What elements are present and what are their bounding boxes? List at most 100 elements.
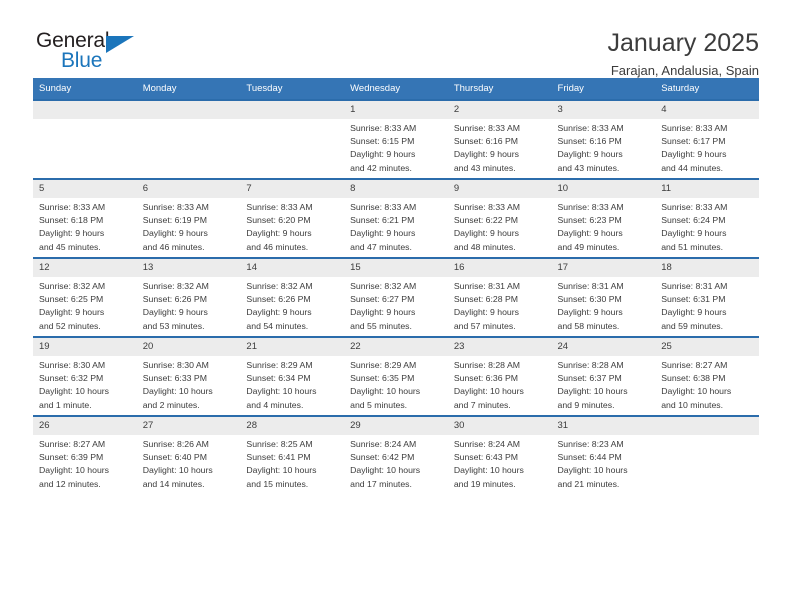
day-sun-info: Sunrise: 8:33 AM Sunset: 6:24 PM Daylight:… — [655, 198, 759, 254]
calendar-day-cell[interactable]: 26 Sunrise: 8:27 AM Sunset: 6:39 PM Dayligh… — [33, 415, 137, 494]
calendar-day-cell[interactable]: 29 Sunrise: 8:24 AM Sunset: 6:42 PM Dayligh… — [344, 415, 448, 494]
day-info-line: Sunrise: 8:33 AM — [453, 202, 520, 212]
day-info-line: Sunset: 6:40 PM — [142, 452, 207, 463]
calendar-day-cell[interactable]: 7 Sunrise: 8:33 AM Sunset: 6:20 PM Daylight… — [240, 178, 345, 258]
day-info-line: Sunset: 6:32 PM — [39, 373, 104, 384]
brand-triangle-icon — [106, 36, 134, 53]
calendar-day-cell[interactable]: 12 Sunrise: 8:32 AM Sunset: 6:25 PM Dayligh… — [33, 257, 137, 337]
calendar-day-cell[interactable]: 17 Sunrise: 8:31 AM Sunset: 6:30 PM Dayligh… — [551, 257, 656, 337]
day-info-line: and 54 minutes. — [246, 320, 309, 331]
calendar-day-cell[interactable]: 23 Sunrise: 8:28 AM Sunset: 6:36 PM Dayligh… — [447, 336, 552, 416]
calendar-day-cell[interactable]: 15 Sunrise: 8:32 AM Sunset: 6:27 PM Dayligh… — [344, 257, 448, 337]
day-number: 27 — [136, 417, 241, 435]
calendar-day-cell[interactable]: 11 Sunrise: 8:33 AM Sunset: 6:24 PM Dayligh… — [655, 178, 759, 258]
day-info-line: Sunset: 6:16 PM — [453, 136, 519, 147]
day-sun-info: Sunrise: 8:32 AM Sunset: 6:25 PM Daylight:… — [33, 277, 137, 333]
day-info-line: Sunrise: 8:25 AM — [246, 439, 313, 449]
calendar-day-cell[interactable]: 8 Sunrise: 8:33 AM Sunset: 6:21 PM Daylight… — [344, 178, 448, 258]
day-sun-info: Sunrise: 8:33 AM Sunset: 6:16 PM Daylight:… — [448, 119, 552, 175]
calendar-day-cell[interactable]: 25 Sunrise: 8:27 AM Sunset: 6:38 PM Dayligh… — [655, 336, 759, 416]
calendar-day-cell[interactable]: 27 Sunrise: 8:26 AM Sunset: 6:40 PM Dayligh… — [136, 415, 241, 494]
day-info-line: Sunset: 6:34 PM — [246, 373, 311, 384]
day-info-line: Daylight: 9 hours — [557, 228, 623, 239]
calendar-day-cell[interactable]: 3 Sunrise: 8:33 AM Sunset: 6:16 PM Daylight… — [551, 99, 656, 179]
day-info-line: Daylight: 9 hours — [557, 149, 623, 160]
day-info-line: Sunrise: 8:31 AM — [661, 281, 728, 291]
day-info-line: Daylight: 9 hours — [453, 307, 520, 318]
day-info-line: Sunrise: 8:27 AM — [39, 439, 106, 449]
day-info-line: Sunrise: 8:31 AM — [557, 281, 624, 291]
day-info-line: Sunrise: 8:33 AM — [142, 202, 209, 212]
day-sun-info: Sunrise: 8:27 AM Sunset: 6:38 PM Daylight:… — [655, 356, 759, 412]
day-info-line: Sunset: 6:36 PM — [453, 373, 519, 384]
day-number: 31 — [551, 417, 656, 435]
day-number: 1 — [344, 101, 448, 119]
logo-text-blue: Blue — [61, 49, 103, 72]
calendar-day-cell[interactable]: 16 Sunrise: 8:31 AM Sunset: 6:28 PM Dayligh… — [447, 257, 552, 337]
general-blue-logo[interactable]: General Blue — [33, 28, 153, 80]
calendar-day-cell[interactable]: 21 Sunrise: 8:29 AM Sunset: 6:34 PM Dayligh… — [240, 336, 345, 416]
day-info-line: Daylight: 10 hours — [453, 465, 524, 476]
calendar-day-cell[interactable]: 19 Sunrise: 8:30 AM Sunset: 6:32 PM Dayligh… — [33, 336, 137, 416]
day-info-line: Sunset: 6:26 PM — [246, 294, 311, 305]
day-info-line: Sunset: 6:33 PM — [142, 373, 207, 384]
day-sun-info: Sunrise: 8:28 AM Sunset: 6:36 PM Daylight:… — [448, 356, 552, 412]
day-number: 7 — [240, 180, 345, 198]
calendar-day-cell[interactable]: 1 Sunrise: 8:33 AM Sunset: 6:15 PM Daylight… — [344, 99, 448, 179]
day-info-line: and 10 minutes. — [661, 399, 724, 410]
day-sun-info: Sunrise: 8:29 AM Sunset: 6:34 PM Daylight:… — [240, 356, 344, 412]
page-title: January 2025 — [607, 29, 759, 57]
calendar-day-cell[interactable]: 24 Sunrise: 8:28 AM Sunset: 6:37 PM Dayligh… — [551, 336, 656, 416]
calendar-body: 1 Sunrise: 8:33 AM Sunset: 6:15 PM Daylight… — [33, 99, 759, 494]
day-info-line: and 15 minutes. — [246, 478, 309, 489]
day-number — [655, 417, 759, 435]
day-info-line: Sunrise: 8:31 AM — [453, 281, 520, 291]
calendar-day-cell[interactable]: 22 Sunrise: 8:29 AM Sunset: 6:35 PM Dayligh… — [344, 336, 448, 416]
day-info-line: Sunset: 6:42 PM — [350, 452, 415, 463]
calendar-week-row: 26 Sunrise: 8:27 AM Sunset: 6:39 PM Dayligh… — [33, 415, 759, 494]
day-sun-info: Sunrise: 8:33 AM Sunset: 6:15 PM Daylight:… — [344, 119, 448, 175]
day-info-line: Daylight: 9 hours — [661, 307, 727, 318]
calendar-week-row: 12 Sunrise: 8:32 AM Sunset: 6:25 PM Dayligh… — [33, 257, 759, 337]
calendar-day-cell[interactable]: 31 Sunrise: 8:23 AM Sunset: 6:44 PM Dayligh… — [551, 415, 656, 494]
day-info-line: and 1 minute. — [39, 399, 92, 410]
day-info-line: Sunrise: 8:33 AM — [453, 123, 520, 133]
calendar-day-cell[interactable]: 30 Sunrise: 8:24 AM Sunset: 6:43 PM Dayligh… — [447, 415, 552, 494]
day-number: 9 — [447, 180, 552, 198]
day-number: 23 — [447, 338, 552, 356]
day-info-line: Sunset: 6:17 PM — [661, 136, 726, 147]
day-sun-info: Sunrise: 8:30 AM Sunset: 6:32 PM Daylight:… — [33, 356, 137, 412]
page-header: General Blue January 2025 Farajan, Andal… — [33, 0, 759, 78]
day-info-line: Sunset: 6:39 PM — [39, 452, 104, 463]
day-info-line: Sunrise: 8:33 AM — [350, 123, 417, 133]
day-info-line: Daylight: 9 hours — [142, 307, 208, 318]
calendar-day-cell[interactable]: 18 Sunrise: 8:31 AM Sunset: 6:31 PM Dayligh… — [655, 257, 759, 337]
weekday-header-tuesday: Tuesday — [240, 78, 345, 100]
day-info-line: and 14 minutes. — [142, 478, 205, 489]
day-number: 22 — [344, 338, 448, 356]
day-info-line: and 4 minutes. — [246, 399, 304, 410]
day-info-line: Sunrise: 8:29 AM — [350, 360, 417, 370]
day-sun-info: Sunrise: 8:31 AM Sunset: 6:28 PM Daylight:… — [448, 277, 552, 333]
calendar-day-cell[interactable]: 4 Sunrise: 8:33 AM Sunset: 6:17 PM Daylight… — [655, 99, 759, 179]
calendar-day-cell[interactable]: 13 Sunrise: 8:32 AM Sunset: 6:26 PM Dayligh… — [136, 257, 241, 337]
day-info-line: Sunrise: 8:30 AM — [142, 360, 209, 370]
calendar-week-row: 19 Sunrise: 8:30 AM Sunset: 6:32 PM Dayligh… — [33, 336, 759, 416]
calendar-page: General Blue January 2025 Farajan, Andal… — [0, 0, 792, 612]
day-info-line: and 48 minutes. — [453, 241, 516, 252]
calendar-day-cell[interactable]: 14 Sunrise: 8:32 AM Sunset: 6:26 PM Dayligh… — [240, 257, 345, 337]
day-number: 18 — [655, 259, 759, 277]
day-info-line: and 53 minutes. — [142, 320, 205, 331]
calendar-day-cell[interactable]: 20 Sunrise: 8:30 AM Sunset: 6:33 PM Dayligh… — [136, 336, 241, 416]
day-sun-info: Sunrise: 8:29 AM Sunset: 6:35 PM Daylight:… — [344, 356, 448, 412]
calendar-day-cell[interactable]: 5 Sunrise: 8:33 AM Sunset: 6:18 PM Daylight… — [33, 178, 137, 258]
day-info-line: Sunrise: 8:33 AM — [39, 202, 106, 212]
calendar-day-cell[interactable]: 2 Sunrise: 8:33 AM Sunset: 6:16 PM Daylight… — [447, 99, 552, 179]
calendar-day-cell[interactable]: 9 Sunrise: 8:33 AM Sunset: 6:22 PM Daylight… — [447, 178, 552, 258]
calendar-day-cell[interactable]: 28 Sunrise: 8:25 AM Sunset: 6:41 PM Dayligh… — [240, 415, 345, 494]
calendar-day-cell[interactable]: 10 Sunrise: 8:33 AM Sunset: 6:23 PM Dayligh… — [551, 178, 656, 258]
day-info-line: Daylight: 9 hours — [350, 228, 416, 239]
day-number — [240, 101, 345, 119]
calendar-day-cell[interactable]: 6 Sunrise: 8:33 AM Sunset: 6:19 PM Daylight… — [136, 178, 241, 258]
day-info-line: and 43 minutes. — [557, 162, 620, 173]
